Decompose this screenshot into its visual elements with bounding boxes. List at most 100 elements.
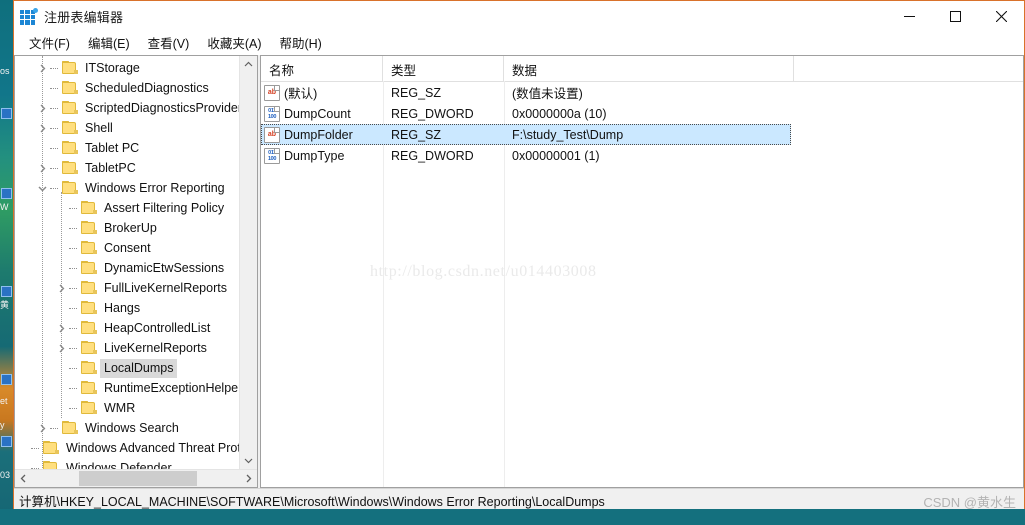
tree-item-wmr[interactable]: WMR bbox=[15, 398, 257, 418]
registry-tree-pane: ITStorage ScheduledDiagnostics ScriptedDia… bbox=[14, 55, 257, 488]
tree-item-scripteddiagnosticsprovider[interactable]: ScriptedDiagnosticsProvider bbox=[15, 98, 257, 118]
tree-item-label: RuntimeExceptionHelperMo bbox=[104, 380, 257, 395]
value-data: F:\study_Test\Dump bbox=[512, 127, 624, 142]
tree-item-windows-error-reporting[interactable]: Windows Error Reporting bbox=[15, 178, 257, 198]
tree-item-heapcontrolledlist[interactable]: HeapControlledList bbox=[15, 318, 257, 338]
desktop-icon[interactable] bbox=[1, 108, 12, 119]
tree-connector-line bbox=[69, 398, 81, 418]
tree-item-itstorage[interactable]: ITStorage bbox=[15, 58, 257, 78]
folder-icon bbox=[81, 381, 97, 395]
tree-connector-line bbox=[50, 158, 62, 178]
tree-item-fulllivekernelreports[interactable]: FullLiveKernelReports bbox=[15, 278, 257, 298]
value-row[interactable]: 011 100 DumpCount REG_DWORD 0x0000000a (10) bbox=[261, 103, 1023, 124]
desktop-label: W bbox=[0, 202, 9, 212]
registry-editor-window: 注册表编辑器 文件(F) 编辑(E) 查看(V) 收藏夹(A) 帮助(H) IT… bbox=[13, 0, 1025, 513]
tree-item-scheduleddiagnostics[interactable]: ScheduledDiagnostics bbox=[15, 78, 257, 98]
tree-horizontal-scrollbar[interactable] bbox=[15, 469, 257, 487]
desktop-label: et bbox=[0, 396, 8, 406]
window-controls bbox=[886, 1, 1024, 31]
folder-icon bbox=[81, 361, 97, 375]
value-row[interactable]: ab (默认) REG_SZ (数值未设置) bbox=[261, 82, 1023, 103]
tree-item-label: Windows Defender bbox=[66, 460, 172, 470]
minimize-button[interactable] bbox=[886, 1, 932, 31]
tree-item-shell[interactable]: Shell bbox=[15, 118, 257, 138]
column-header-data[interactable]: 数据 bbox=[504, 56, 794, 81]
screenshot-root: os W 黄 et y 03 注册表编辑器 文件(F) 编辑(E) 查看(V) … bbox=[0, 0, 1025, 525]
scroll-up-icon[interactable] bbox=[240, 56, 257, 73]
value-row[interactable]: 011 100 DumpType REG_DWORD 0x00000001 (1) bbox=[261, 145, 1023, 166]
tree-connector-line bbox=[69, 278, 81, 298]
value-name: (默认) bbox=[284, 87, 318, 101]
value-data: 0x00000001 (1) bbox=[512, 148, 600, 163]
tree-connector-line bbox=[69, 198, 81, 218]
tree-item-tablet-pc[interactable]: Tablet PC bbox=[15, 138, 257, 158]
desktop-icon[interactable] bbox=[1, 188, 12, 199]
tree-item-hangs[interactable]: Hangs bbox=[15, 298, 257, 318]
tree-item-windows-defender[interactable]: Windows Defender bbox=[15, 458, 257, 469]
folder-icon bbox=[62, 161, 78, 175]
tree-vertical-scrollbar[interactable] bbox=[239, 56, 257, 469]
tree-item-assert-filtering-policy[interactable]: Assert Filtering Policy bbox=[15, 198, 257, 218]
desktop-icon[interactable] bbox=[1, 286, 12, 297]
folder-icon bbox=[81, 201, 97, 215]
column-header-name[interactable]: 名称 bbox=[261, 56, 383, 81]
tree-item-windows-advanced-threat-protec[interactable]: Windows Advanced Threat Protec bbox=[15, 438, 257, 458]
status-path: 计算机\HKEY_LOCAL_MACHINE\SOFTWARE\Microsof… bbox=[19, 495, 605, 509]
desktop-label: 黄 bbox=[0, 300, 10, 310]
tree-item-dynamicetwsessions[interactable]: DynamicEtwSessions bbox=[15, 258, 257, 278]
desktop-label: os bbox=[0, 66, 10, 76]
tree-item-livekernelreports[interactable]: LiveKernelReports bbox=[15, 338, 257, 358]
tree-item-label: Shell bbox=[85, 120, 113, 135]
scroll-left-icon[interactable] bbox=[15, 470, 32, 487]
value-name-cell: ab DumpFolder bbox=[261, 126, 383, 143]
menu-help[interactable]: 帮助(H) bbox=[270, 31, 330, 54]
maximize-button[interactable] bbox=[932, 1, 978, 31]
tree-item-windows-search[interactable]: Windows Search bbox=[15, 418, 257, 438]
reg-dword-icon: 011 100 bbox=[264, 105, 280, 122]
tree-expander-placeholder bbox=[15, 438, 31, 458]
blog-watermark: http://blog.csdn.net/u014403008 bbox=[370, 263, 597, 280]
content-area: ITStorage ScheduledDiagnostics ScriptedDia… bbox=[14, 54, 1024, 488]
menu-edit[interactable]: 编辑(E) bbox=[79, 31, 139, 54]
tree-item-label: TabletPC bbox=[85, 160, 136, 175]
tree-item-tabletpc[interactable]: TabletPC bbox=[15, 158, 257, 178]
registry-values-pane: 名称 类型 数据 ab (默认) REG_SZ (数值未设置) 011 100 DumpCo… bbox=[261, 55, 1024, 488]
tree-item-label: LocalDumps bbox=[100, 358, 178, 378]
tree-connector-line bbox=[50, 98, 62, 118]
tree-connector-line bbox=[69, 238, 81, 258]
value-row[interactable]: ab DumpFolder REG_SZ F:\study_Test\Dump bbox=[261, 124, 791, 145]
folder-icon bbox=[62, 101, 78, 115]
desktop-icon[interactable] bbox=[1, 374, 12, 385]
registry-tree[interactable]: ITStorage ScheduledDiagnostics ScriptedDia… bbox=[15, 56, 257, 469]
reg-sz-icon: ab bbox=[264, 84, 280, 101]
value-data: 0x0000000a (10) bbox=[512, 106, 607, 121]
menu-view[interactable]: 查看(V) bbox=[139, 31, 199, 54]
scroll-down-icon[interactable] bbox=[240, 452, 257, 469]
column-header-type[interactable]: 类型 bbox=[383, 56, 504, 81]
tree-connector-line bbox=[69, 318, 81, 338]
tree-guide-line bbox=[42, 56, 43, 469]
tree-connector-line bbox=[69, 218, 81, 238]
value-name: DumpCount bbox=[284, 106, 351, 121]
scroll-right-icon[interactable] bbox=[240, 470, 257, 487]
tree-connector-line bbox=[50, 138, 62, 158]
folder-icon bbox=[43, 441, 59, 455]
menu-file[interactable]: 文件(F) bbox=[20, 31, 79, 54]
desktop-icon[interactable] bbox=[1, 436, 12, 447]
value-name: DumpType bbox=[284, 148, 345, 163]
registry-values-list[interactable]: ab (默认) REG_SZ (数值未设置) 011 100 DumpCount REG_DW… bbox=[261, 82, 1023, 166]
tree-item-label: HeapControlledList bbox=[104, 320, 211, 335]
tree-item-label: Consent bbox=[104, 240, 151, 255]
tree-item-runtimeexceptionhelpermo[interactable]: RuntimeExceptionHelperMo bbox=[15, 378, 257, 398]
value-type: REG_SZ bbox=[391, 127, 442, 142]
menu-favorites[interactable]: 收藏夹(A) bbox=[198, 31, 270, 54]
tree-item-localdumps[interactable]: LocalDumps bbox=[15, 358, 257, 378]
tree-item-brokerup[interactable]: BrokerUp bbox=[15, 218, 257, 238]
tree-item-consent[interactable]: Consent bbox=[15, 238, 257, 258]
folder-icon bbox=[62, 141, 78, 155]
horizontal-scroll-thumb[interactable] bbox=[79, 471, 197, 486]
tree-item-label: ScheduledDiagnostics bbox=[85, 80, 209, 95]
close-button[interactable] bbox=[978, 1, 1024, 31]
folder-icon bbox=[62, 81, 78, 95]
reg-sz-icon: ab bbox=[264, 126, 280, 143]
